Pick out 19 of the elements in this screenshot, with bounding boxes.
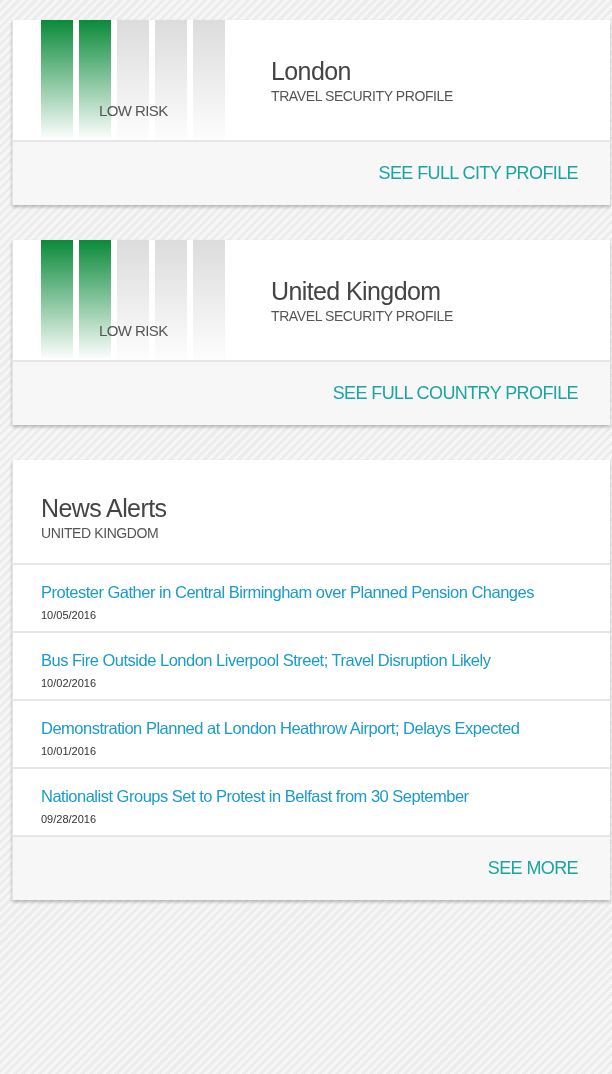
news-date: 10/05/2016 [41,609,98,621]
see-more-link[interactable]: SEE MORE [487,858,578,879]
profile-link[interactable]: SEE FULL CITY PROFILE [378,163,578,184]
news-headline-link[interactable]: Protester Gather in Central Birmingham over Planned Pension Changes [41,577,582,607]
profile-title: United Kingdom [271,276,442,306]
profile-link[interactable]: SEE FULL COUNTRY PROFILE [332,383,578,404]
risk-label: LOW RISK [99,322,168,339]
news-headline-link[interactable]: Bus Fire Outside London Liverpool Street; Travel Disruption Likely [41,645,582,675]
news-date: 10/01/2016 [41,745,98,757]
risk-label: LOW RISK [99,102,168,119]
news-headline-link[interactable]: Demonstration Planned at London Heathrow Airport; Delays Expected [41,713,582,743]
news-title: News Alerts [41,494,168,523]
news-date: 09/28/2016 [41,813,98,825]
news-headline-link[interactable]: Nationalist Groups Set to Protest in Belfast from 30 September [41,781,582,811]
news-date: 10/02/2016 [41,677,98,689]
profile-subtitle: TRAVEL SECURITY PROFILE [271,307,453,324]
profile-title: London [271,56,352,86]
profile-subtitle: TRAVEL SECURITY PROFILE [271,87,453,104]
news-subtitle: UNITED KINGDOM [41,525,160,541]
